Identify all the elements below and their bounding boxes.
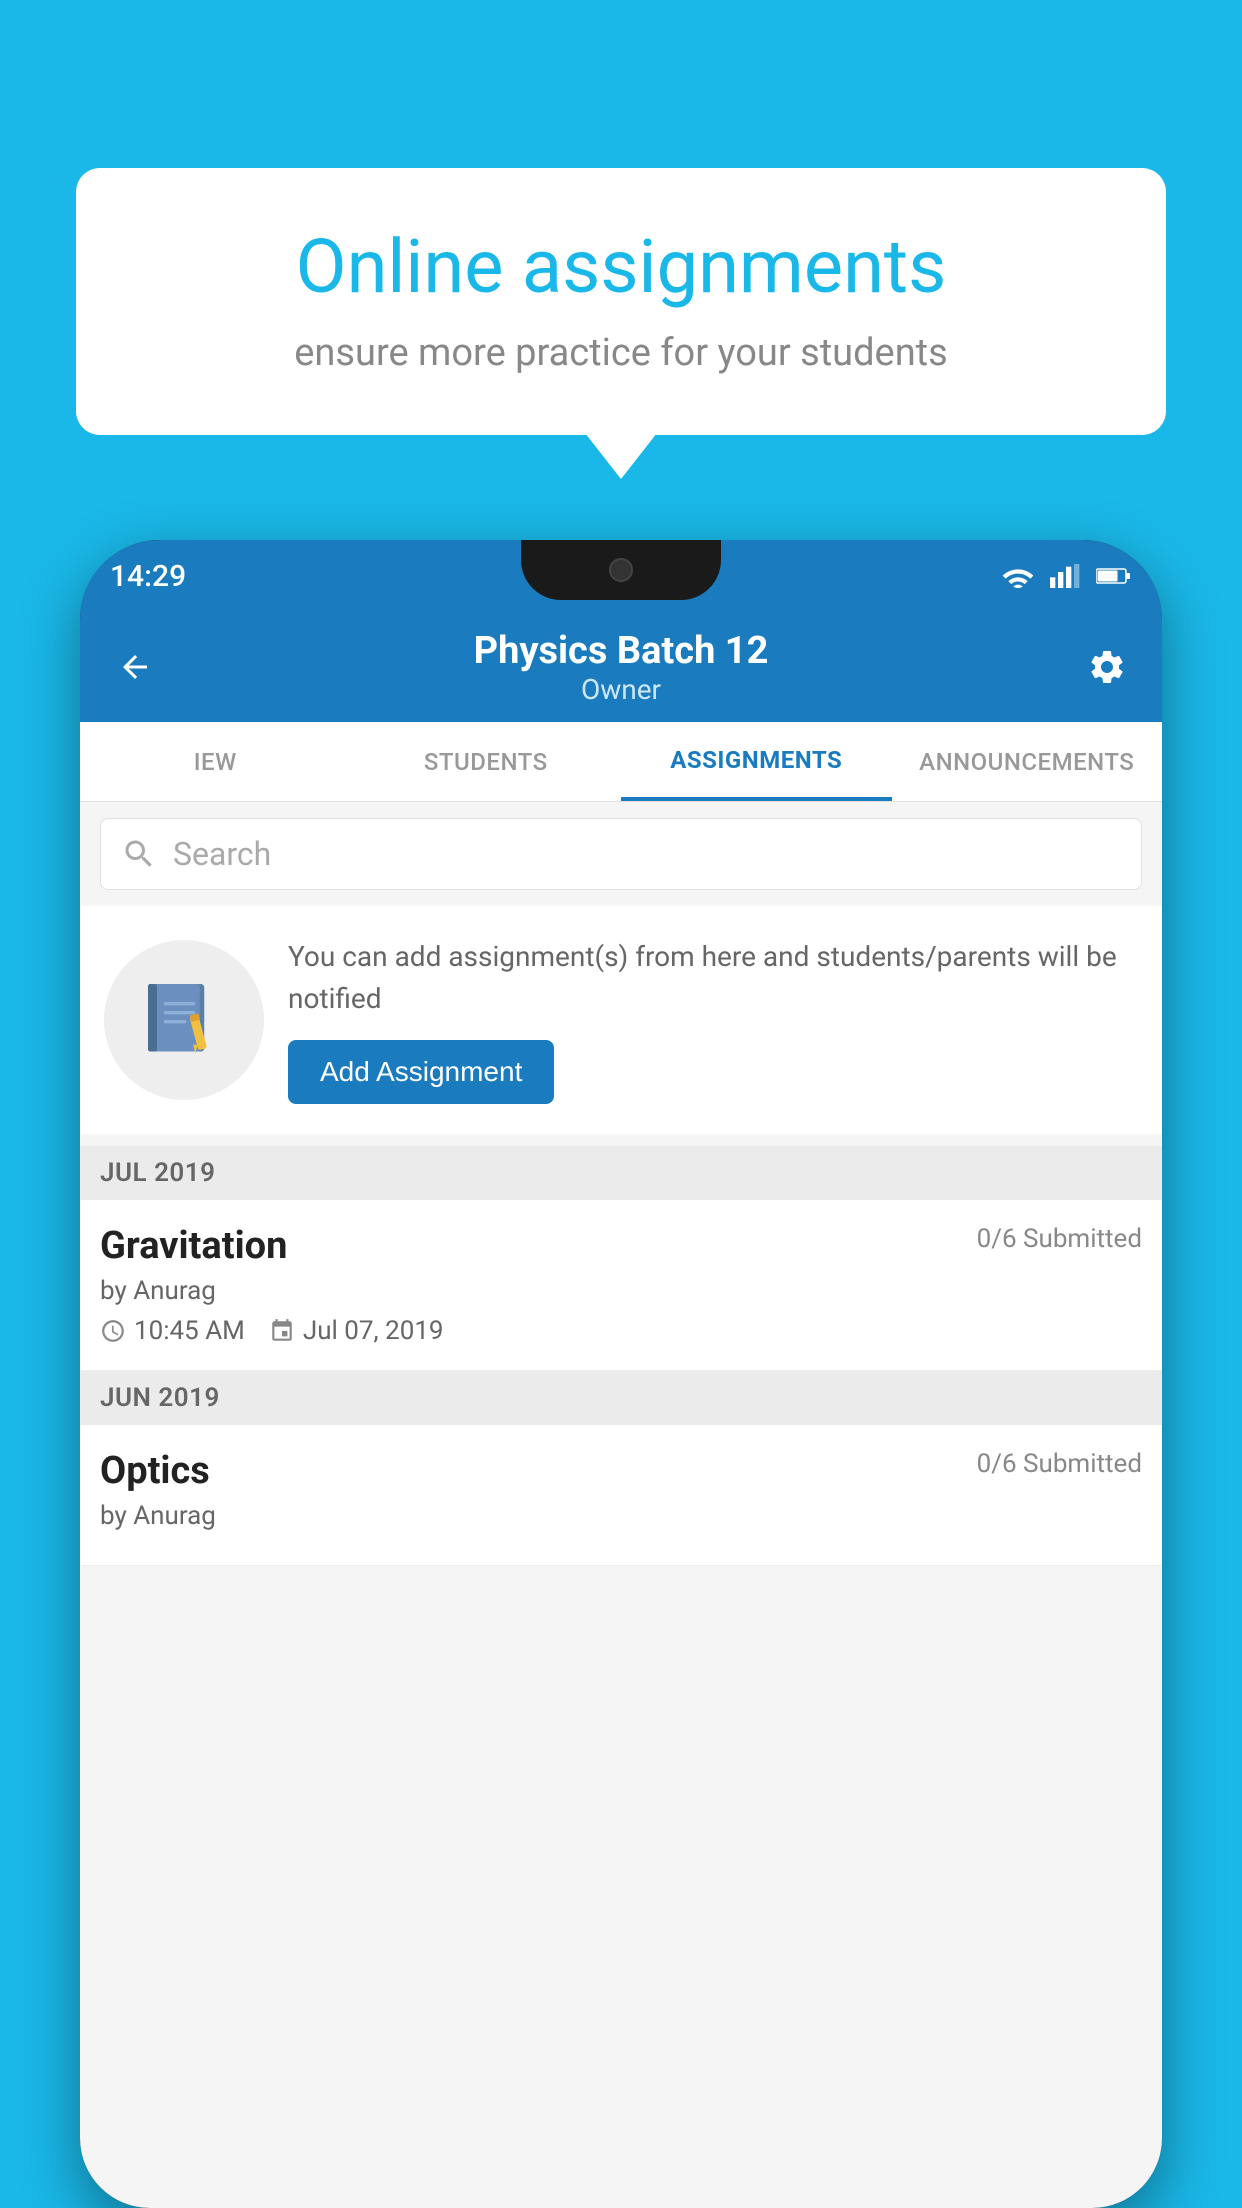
assignment-item-gravitation[interactable]: Gravitation 0/6 Submitted by Anurag 10:4…	[80, 1200, 1162, 1371]
assignment-item-optics[interactable]: Optics 0/6 Submitted by Anurag	[80, 1425, 1162, 1566]
search-bar[interactable]: Search	[100, 818, 1142, 890]
empty-state: You can add assignment(s) from here and …	[80, 906, 1162, 1134]
battery-icon	[1096, 564, 1132, 588]
assignment-submitted-optics: 0/6 Submitted	[977, 1449, 1142, 1479]
tab-bar: IEW STUDENTS ASSIGNMENTS ANNOUNCEMENTS	[80, 722, 1162, 802]
section-header-jul: JUL 2019	[80, 1146, 1162, 1200]
assignment-date: Jul 07, 2019	[269, 1316, 444, 1346]
search-icon	[121, 836, 157, 872]
content-area: Search	[80, 802, 1162, 2208]
assignment-name: Gravitation	[100, 1224, 287, 1268]
search-placeholder: Search	[173, 835, 271, 873]
clock-icon	[100, 1318, 126, 1344]
tab-announcements[interactable]: ANNOUNCEMENTS	[892, 722, 1163, 801]
assignment-time: 10:45 AM	[100, 1316, 245, 1346]
bubble-subtitle: ensure more practice for your students	[136, 331, 1106, 375]
speech-bubble: Online assignments ensure more practice …	[76, 168, 1166, 435]
tab-assignments[interactable]: ASSIGNMENTS	[621, 722, 892, 801]
signal-icon	[1048, 564, 1084, 588]
header-subtitle: Owner	[474, 673, 769, 706]
assignment-name-optics: Optics	[100, 1449, 210, 1493]
assignment-top-row: Gravitation 0/6 Submitted	[100, 1224, 1142, 1268]
header-title: Physics Batch 12	[474, 629, 769, 673]
assignment-meta: 10:45 AM Jul 07, 2019	[100, 1316, 1142, 1346]
tab-iew[interactable]: IEW	[80, 722, 351, 801]
add-assignment-button[interactable]: Add Assignment	[288, 1040, 554, 1104]
phone-frame: 14:29	[80, 540, 1162, 2208]
status-icons	[1000, 564, 1132, 588]
status-time: 14:29	[110, 559, 186, 594]
back-button[interactable]	[110, 642, 160, 692]
empty-state-message: You can add assignment(s) from here and …	[288, 936, 1138, 1020]
settings-button[interactable]	[1082, 642, 1132, 692]
empty-state-content: You can add assignment(s) from here and …	[288, 936, 1138, 1104]
app-header: Physics Batch 12 Owner	[80, 612, 1162, 722]
notebook-icon	[139, 975, 229, 1065]
assignment-date-value: Jul 07, 2019	[303, 1316, 444, 1346]
assignment-author-optics: by Anurag	[100, 1501, 1142, 1531]
assignment-time-value: 10:45 AM	[134, 1316, 245, 1346]
calendar-icon	[269, 1318, 295, 1344]
wifi-icon	[1000, 564, 1036, 588]
assignment-top-row-optics: Optics 0/6 Submitted	[100, 1449, 1142, 1493]
header-center: Physics Batch 12 Owner	[474, 629, 769, 706]
notch	[521, 540, 721, 600]
assignment-author: by Anurag	[100, 1276, 1142, 1306]
empty-state-icon	[104, 940, 264, 1100]
tab-students[interactable]: STUDENTS	[351, 722, 622, 801]
camera	[609, 558, 633, 582]
assignment-submitted: 0/6 Submitted	[977, 1224, 1142, 1254]
section-header-jun: JUN 2019	[80, 1371, 1162, 1425]
bubble-title: Online assignments	[136, 224, 1106, 311]
